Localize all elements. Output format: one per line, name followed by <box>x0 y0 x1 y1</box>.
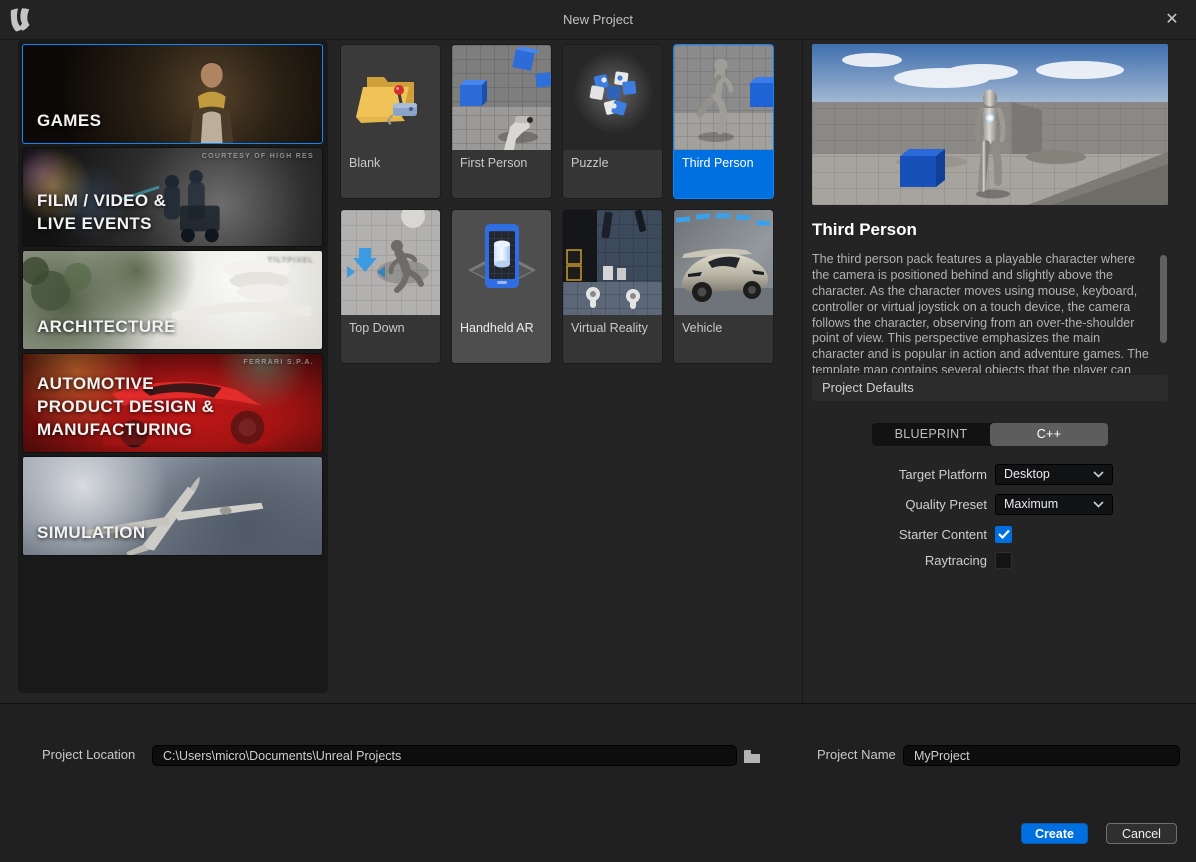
template-blank[interactable]: Blank <box>340 44 441 199</box>
vehicle-thumbnail <box>674 210 773 315</box>
setting-label: Raytracing <box>812 553 987 568</box>
third-person-thumbnail <box>674 45 773 150</box>
setting-label: Starter Content <box>812 527 987 542</box>
category-label: SIMULATION <box>37 522 146 545</box>
starter-content-checkbox[interactable] <box>995 526 1012 543</box>
tab-blueprint[interactable]: BLUEPRINT <box>872 423 990 446</box>
template-label: Third Person <box>674 150 773 198</box>
template-label: Vehicle <box>674 315 773 363</box>
setting-starter-content: Starter Content <box>812 523 1168 545</box>
first-person-thumbnail <box>452 45 551 150</box>
template-label: Puzzle <box>563 150 662 198</box>
category-simulation[interactable]: SIMULATION <box>22 456 323 556</box>
category-architecture[interactable]: TILTPIXEL ARCHITECTURE <box>22 250 323 350</box>
template-handheld-ar[interactable]: Handheld AR <box>451 209 552 364</box>
setting-label: Target Platform <box>812 467 987 482</box>
check-icon <box>998 529 1010 539</box>
project-name-input[interactable] <box>903 745 1180 766</box>
handheld-ar-thumbnail <box>452 210 551 315</box>
puzzle-thumbnail <box>563 45 662 150</box>
setting-raytracing: Raytracing <box>812 549 1168 571</box>
category-label: ARCHITECTURE <box>37 316 176 339</box>
language-tabs: BLUEPRINT C++ <box>872 423 1108 446</box>
artwork-attribution: TILTPIXEL <box>268 256 314 263</box>
template-label: Handheld AR <box>452 315 551 363</box>
window-title: New Project <box>0 0 1196 40</box>
project-location-label: Project Location <box>42 745 135 765</box>
target-platform-dropdown[interactable]: Desktop <box>995 464 1113 485</box>
browse-folder-icon[interactable] <box>743 748 761 764</box>
template-label: First Person <box>452 150 551 198</box>
quality-preset-dropdown[interactable]: Maximum <box>995 494 1113 515</box>
dropdown-value: Desktop <box>1004 467 1050 481</box>
template-description: The third person pack features a playabl… <box>812 252 1152 373</box>
chevron-down-icon <box>1093 501 1104 508</box>
raytracing-checkbox[interactable] <box>995 552 1012 569</box>
template-label: Top Down <box>341 315 440 363</box>
category-film-video[interactable]: COURTESY OF HIGH RES FILM / VIDEO & LIVE… <box>22 147 323 247</box>
create-button[interactable]: Create <box>1021 823 1088 844</box>
project-defaults-header: Project Defaults <box>812 375 1168 401</box>
setting-target-platform: Target Platform Desktop <box>812 463 1168 485</box>
cancel-button[interactable]: Cancel <box>1106 823 1177 844</box>
template-description-container: The third person pack features a playabl… <box>812 252 1168 373</box>
category-label: FILM / VIDEO & LIVE EVENTS <box>37 190 166 236</box>
template-vehicle[interactable]: Vehicle <box>673 209 774 364</box>
title-bar: New Project ✕ <box>0 0 1196 40</box>
template-preview-image <box>812 44 1168 205</box>
setting-label: Quality Preset <box>812 497 987 512</box>
template-puzzle[interactable]: Puzzle <box>562 44 663 199</box>
dropdown-value: Maximum <box>1004 497 1058 511</box>
artwork-attribution: FERRARI S.P.A. <box>243 359 314 366</box>
template-label: Virtual Reality <box>563 315 662 363</box>
artwork-attribution: COURTESY OF HIGH RES <box>202 153 314 160</box>
blank-thumbnail <box>341 45 440 150</box>
chevron-down-icon <box>1093 471 1104 478</box>
template-top-down[interactable]: Top Down <box>340 209 441 364</box>
top-down-thumbnail <box>341 210 440 315</box>
project-location-input[interactable] <box>152 745 737 766</box>
panel-divider <box>802 40 803 703</box>
category-automotive[interactable]: FERRARI S.P.A. AUTOMOTIVE PRODUCT DESIGN… <box>22 353 323 453</box>
details-panel: Third Person The third person pack featu… <box>812 44 1168 694</box>
template-virtual-reality[interactable]: Virtual Reality <box>562 209 663 364</box>
category-label: AUTOMOTIVE PRODUCT DESIGN & MANUFACTURIN… <box>37 373 214 442</box>
setting-quality-preset: Quality Preset Maximum <box>812 493 1168 515</box>
template-label: Blank <box>341 150 440 198</box>
footer-bar: Project Location Project Name Create Can… <box>0 703 1196 862</box>
template-title: Third Person <box>812 220 917 240</box>
virtual-reality-thumbnail <box>563 210 662 315</box>
category-games[interactable]: GAMES <box>22 44 323 144</box>
template-third-person[interactable]: Third Person <box>673 44 774 199</box>
template-first-person[interactable]: First Person <box>451 44 552 199</box>
category-list: GAMES COURTESY OF HIGH RES FILM / VIDEO … <box>18 40 328 693</box>
close-icon[interactable]: ✕ <box>1162 10 1182 30</box>
new-project-dialog: New Project ✕ GAMES <box>0 0 1196 862</box>
category-label: GAMES <box>37 110 101 133</box>
description-scrollbar[interactable] <box>1160 255 1167 343</box>
project-name-label: Project Name <box>817 745 896 765</box>
tab-cpp[interactable]: C++ <box>990 423 1108 446</box>
